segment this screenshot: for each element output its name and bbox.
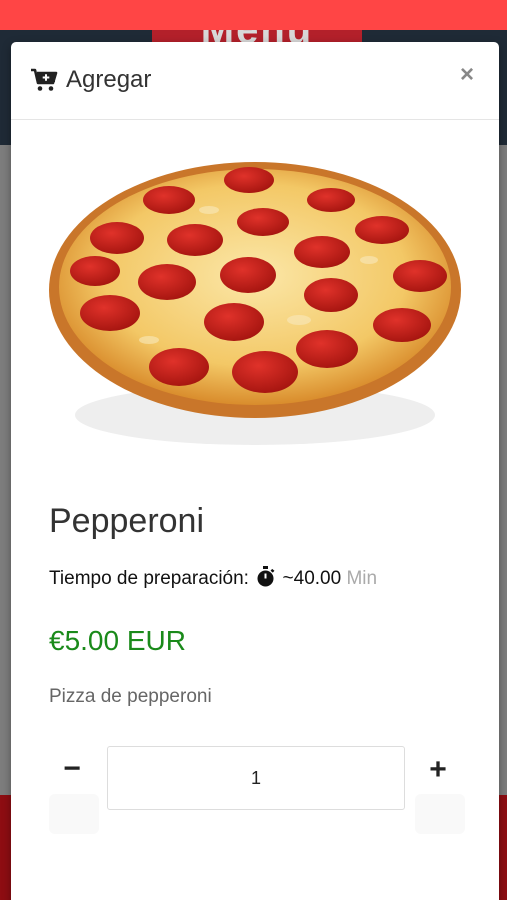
minus-button-shadow xyxy=(49,794,99,834)
stopwatch-icon xyxy=(257,566,275,587)
increase-quantity-button[interactable]: + xyxy=(419,752,457,790)
prep-time-value: ~40.00 xyxy=(282,568,342,589)
prep-time-unit: Min xyxy=(346,568,378,589)
product-name: Pepperoni xyxy=(49,502,205,540)
prep-time-line: Tiempo de preparación: ~40.00 Min xyxy=(49,566,377,591)
pizza-pepperoni-image xyxy=(49,162,461,445)
plus-button-shadow xyxy=(415,794,465,834)
close-button[interactable]: × xyxy=(455,62,479,88)
modal-header: Agregar × xyxy=(11,42,499,120)
modal-title: Agregar xyxy=(66,66,152,93)
background-top-bar xyxy=(0,0,507,30)
prep-time-label: Tiempo de preparación: xyxy=(49,568,249,589)
decrease-quantity-button[interactable]: − xyxy=(53,752,91,790)
quantity-input[interactable] xyxy=(107,746,405,810)
product-description: Pizza de pepperoni xyxy=(49,686,212,707)
add-to-cart-modal: Agregar × Pepperoni Tiempo de preparació… xyxy=(11,42,499,900)
cart-plus-icon xyxy=(31,68,58,91)
product-price: €5.00 EUR xyxy=(49,625,186,656)
